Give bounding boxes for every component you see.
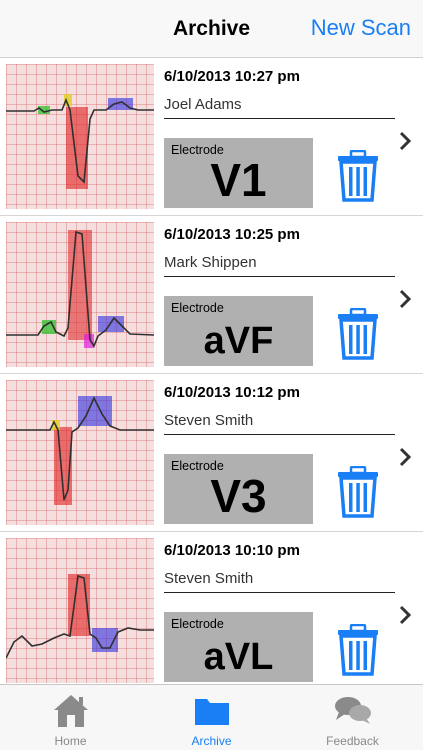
tab-label: Home xyxy=(54,734,87,748)
patient-name: Mark Shippen xyxy=(164,254,395,277)
electrode-badge: Electrode aVL xyxy=(164,612,313,682)
electrode-badge: Electrode V3 xyxy=(164,454,313,524)
chat-bubbles-icon xyxy=(333,693,373,732)
trash-icon[interactable] xyxy=(336,623,380,676)
trash-icon[interactable] xyxy=(336,307,380,360)
tab-archive[interactable]: Archive xyxy=(141,685,282,750)
ecg-thumbnail xyxy=(6,538,154,683)
trash-icon[interactable] xyxy=(336,149,380,202)
electrode-badge: Electrode V1 xyxy=(164,138,313,208)
archive-row[interactable]: 6/10/2013 10:10 pm Steven Smith Electrod… xyxy=(0,532,423,684)
chevron-right-icon[interactable] xyxy=(398,446,412,468)
patient-name: Steven Smith xyxy=(164,570,395,593)
archive-row[interactable]: 6/10/2013 10:12 pm Steven Smith Electrod… xyxy=(0,374,423,532)
electrode-code: aVF xyxy=(203,320,274,362)
chevron-right-icon[interactable] xyxy=(398,130,412,152)
tab-bar: Home Archive Feedback xyxy=(0,684,423,750)
tab-label: Feedback xyxy=(326,734,379,748)
folder-icon xyxy=(193,693,231,732)
scan-datetime: 6/10/2013 10:27 pm xyxy=(164,68,300,85)
chevron-right-icon[interactable] xyxy=(398,288,412,310)
patient-name: Steven Smith xyxy=(164,412,395,435)
archive-row[interactable]: 6/10/2013 10:27 pm Joel Adams Electrode … xyxy=(0,58,423,216)
scan-datetime: 6/10/2013 10:12 pm xyxy=(164,384,300,401)
chevron-right-icon[interactable] xyxy=(398,604,412,626)
new-scan-button[interactable]: New Scan xyxy=(311,15,411,41)
electrode-code: V1 xyxy=(210,154,267,206)
archive-row[interactable]: 6/10/2013 10:25 pm Mark Shippen Electrod… xyxy=(0,216,423,374)
tab-feedback[interactable]: Feedback xyxy=(282,685,423,750)
trash-icon[interactable] xyxy=(336,465,380,518)
ecg-thumbnail xyxy=(6,64,154,209)
ecg-thumbnail xyxy=(6,380,154,525)
tab-label: Archive xyxy=(191,734,232,748)
archive-list[interactable]: 6/10/2013 10:27 pm Joel Adams Electrode … xyxy=(0,58,423,684)
scan-datetime: 6/10/2013 10:10 pm xyxy=(164,542,300,559)
scan-datetime: 6/10/2013 10:25 pm xyxy=(164,226,300,243)
home-icon xyxy=(52,693,90,734)
tab-home[interactable]: Home xyxy=(0,685,141,750)
electrode-code: V3 xyxy=(210,470,267,522)
patient-name: Joel Adams xyxy=(164,96,395,119)
electrode-code: aVL xyxy=(203,636,274,678)
navigation-bar: Archive New Scan xyxy=(0,0,423,58)
ecg-thumbnail xyxy=(6,222,154,367)
electrode-badge: Electrode aVF xyxy=(164,296,313,366)
